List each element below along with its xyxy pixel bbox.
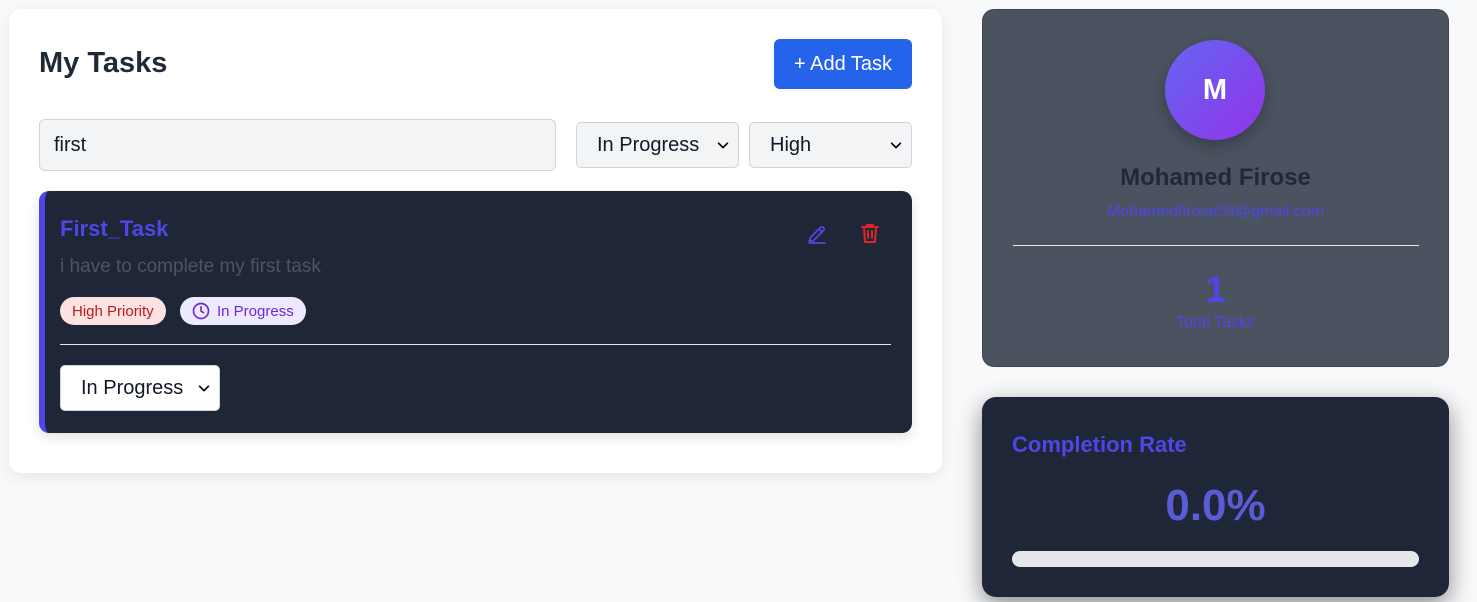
add-task-button[interactable]: + Add Task (774, 39, 912, 89)
task-status-select[interactable]: In Progress (60, 365, 220, 411)
profile-email: Mohamedfirose59@gmail.com (1106, 203, 1325, 220)
status-filter-select[interactable]: In Progress (576, 122, 739, 168)
status-badge-label: In Progress (217, 302, 294, 320)
task-title: First_Task (60, 216, 169, 241)
search-input[interactable] (39, 119, 556, 171)
priority-filter-value: High (770, 133, 812, 156)
card-divider (60, 344, 891, 345)
priority-badge: High Priority (60, 297, 166, 325)
profile-name: Mohamed Firose (1120, 164, 1311, 191)
avatar: M (1165, 40, 1265, 140)
profile-card: M Mohamed Firose Mohamedfirose59@gmail.c… (982, 9, 1449, 367)
completion-value: 0.0% (1165, 481, 1266, 530)
status-badge: In Progress (180, 297, 306, 325)
pencil-icon[interactable] (805, 221, 829, 245)
task-description: i have to complete my first task (60, 256, 321, 277)
completion-title: Completion Rate (1012, 432, 1187, 457)
profile-divider (1013, 245, 1419, 246)
task-status-value: In Progress (81, 376, 184, 399)
page-title: My Tasks (39, 47, 168, 79)
priority-filter-select[interactable]: High (749, 122, 912, 168)
task-card: First_Task i have to complete my first t… (39, 191, 912, 433)
chevron-down-icon (717, 142, 729, 149)
total-tasks-label: Total Tasks (1176, 314, 1255, 331)
clock-icon (192, 302, 210, 320)
trash-icon[interactable] (858, 221, 882, 245)
completion-card: Completion Rate 0.0% (982, 397, 1449, 597)
total-tasks-count: 1 (1205, 269, 1226, 310)
completion-progress-bar (1012, 551, 1419, 567)
tasks-panel: My Tasks + Add Task In Progress High Fir… (9, 9, 942, 473)
status-filter-value: In Progress (597, 133, 700, 156)
chevron-down-icon (890, 142, 902, 149)
chevron-down-icon (198, 385, 210, 392)
